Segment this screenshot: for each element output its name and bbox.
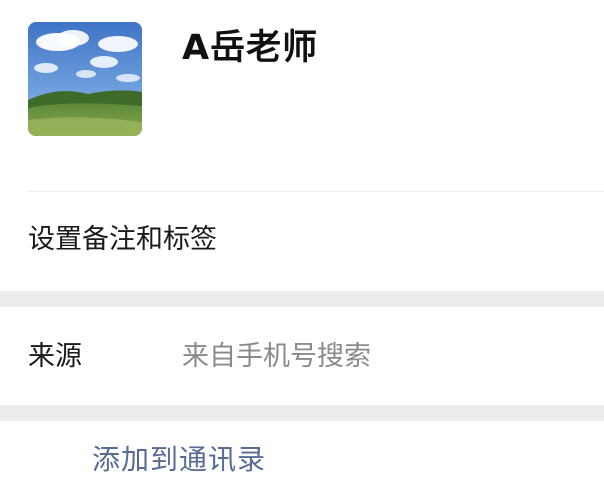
add-to-contacts-button[interactable]: 添加到通讯录 bbox=[0, 421, 604, 495]
set-remark-and-tags-row[interactable]: 设置备注和标签 bbox=[0, 192, 604, 291]
section-separator bbox=[0, 405, 604, 421]
source-label: 来源 bbox=[28, 341, 82, 372]
avatar[interactable] bbox=[28, 22, 142, 136]
section-separator bbox=[0, 291, 604, 307]
add-to-contacts-label: 添加到通讯录 bbox=[91, 443, 266, 476]
action-row: 添加到通讯录 bbox=[0, 421, 604, 495]
set-remark-and-tags-label: 设置备注和标签 bbox=[28, 224, 217, 255]
source-row: 来源 来自手机号搜索 bbox=[0, 307, 604, 405]
profile-header: A岳老师 bbox=[0, 0, 604, 192]
contact-name: A岳老师 bbox=[182, 28, 319, 68]
landscape-avatar-image bbox=[28, 22, 142, 136]
source-value: 来自手机号搜索 bbox=[182, 341, 371, 372]
